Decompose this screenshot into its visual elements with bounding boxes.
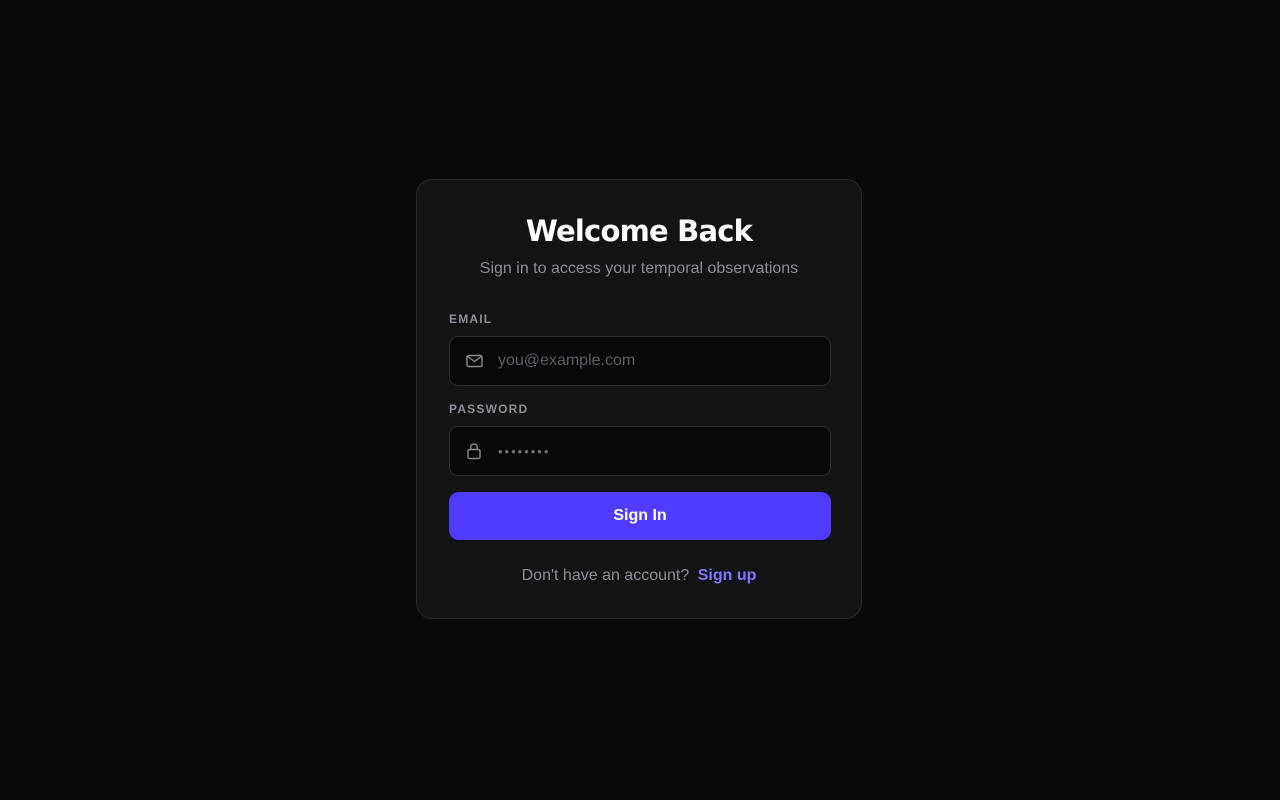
email-field-wrapper[interactable]: [449, 336, 831, 386]
signup-prompt-text: Don't have an account?: [521, 567, 690, 584]
login-card: Welcome Back Sign in to access your temp…: [416, 179, 862, 619]
sign-up-link[interactable]: Sign up: [698, 567, 757, 584]
password-label: PASSWORD: [449, 402, 529, 416]
login-subtitle: Sign in to access your temporal observat…: [479, 260, 799, 277]
email-input[interactable]: [498, 337, 818, 385]
login-page: Welcome Back Sign in to access your temp…: [0, 0, 1280, 800]
page-title: Welcome Back: [525, 214, 753, 248]
lock-icon: [465, 442, 483, 460]
sign-in-button[interactable]: Sign In: [449, 492, 831, 540]
signup-prompt: Don't have an account? Sign up: [417, 567, 861, 585]
mail-icon: [465, 352, 483, 370]
password-input[interactable]: ••••••••: [498, 445, 550, 458]
password-field[interactable]: ••••••••: [449, 426, 831, 476]
email-label: EMAIL: [449, 312, 493, 326]
